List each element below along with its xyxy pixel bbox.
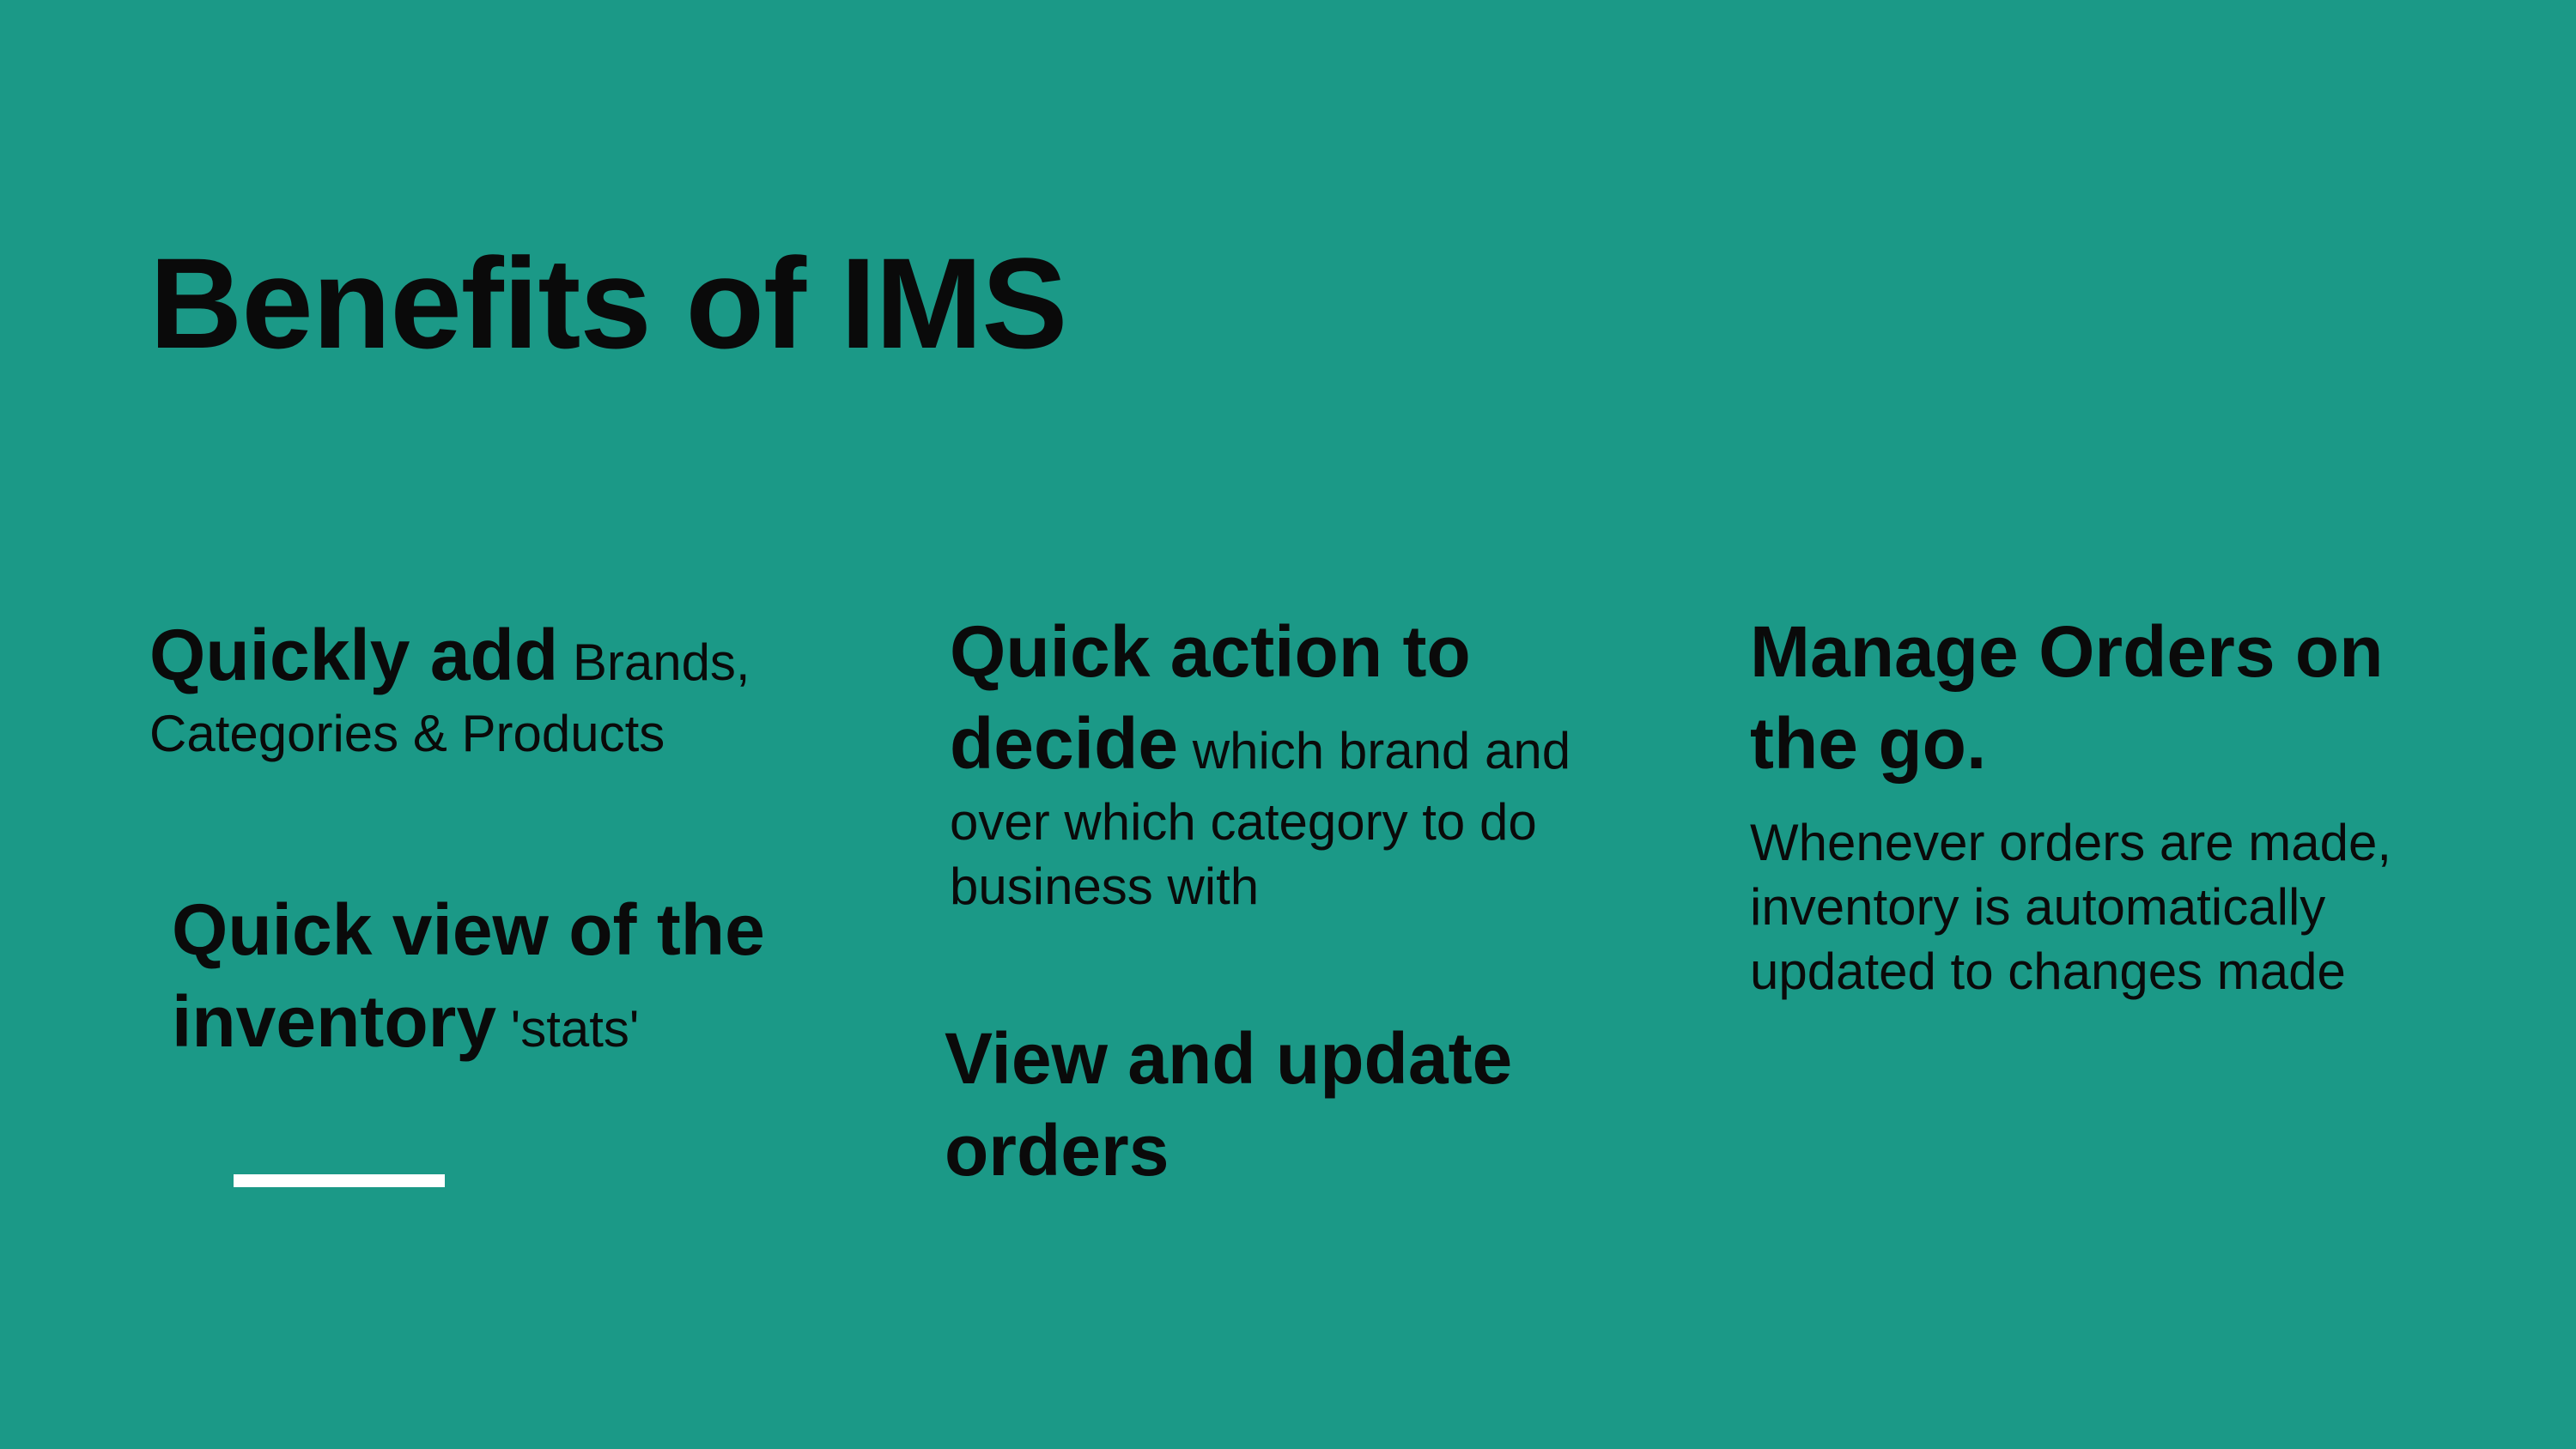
benefit-view-update-heading: View and update orders <box>945 1018 1513 1191</box>
benefit-manage-orders-heading: Manage Orders on the go. <box>1750 611 2384 784</box>
benefit-quick-add: Quickly add Brands, Categories & Product… <box>149 609 819 766</box>
benefit-quick-view: Quick view of the inventory 'stats' <box>172 884 824 1068</box>
accent-bar <box>234 1174 445 1187</box>
benefit-quick-action: Quick action to decide which brand and o… <box>950 606 1602 919</box>
benefit-manage-orders: Manage Orders on the go. Whenever orders… <box>1750 606 2403 1003</box>
benefit-manage-orders-description: Whenever orders are made, inventory is a… <box>1750 814 2392 1000</box>
slide: Benefits of IMS Quickly add Brands, Cate… <box>0 0 2576 1449</box>
benefit-quick-add-heading: Quickly add <box>149 615 559 695</box>
benefit-quick-view-text: 'stats' <box>496 1000 640 1058</box>
slide-title: Benefits of IMS <box>149 231 1067 375</box>
benefit-view-update: View and update orders <box>945 1013 1597 1197</box>
benefit-quick-view-heading: Quick view of the inventory <box>172 889 765 1062</box>
